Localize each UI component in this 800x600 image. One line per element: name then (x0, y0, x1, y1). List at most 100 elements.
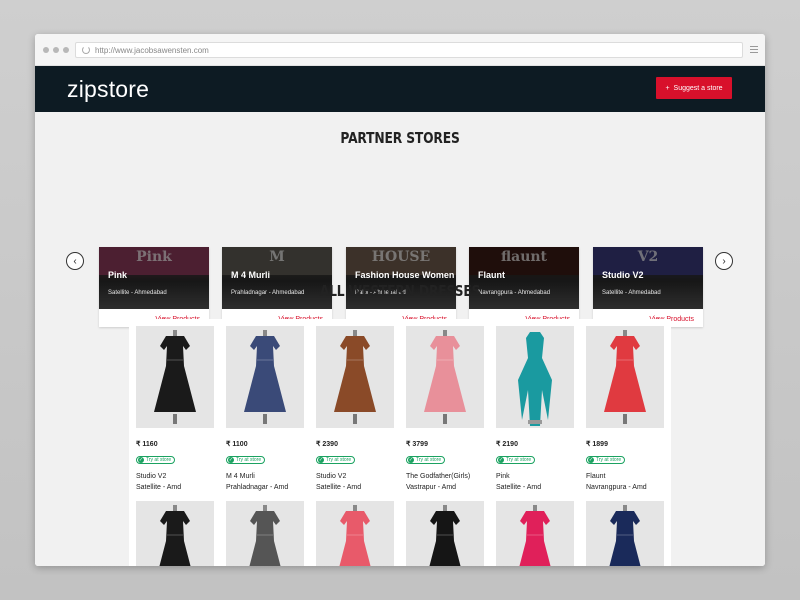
product-location: Satellite - Amd (316, 484, 362, 491)
chevron-right-icon: › (722, 255, 726, 267)
product-image[interactable] (406, 326, 484, 428)
product-card[interactable]: ₹ 2390 ✓ Try at store Studio V2 Satellit… (316, 326, 394, 491)
product-price: ₹ 2190 (496, 441, 518, 448)
try-at-store-badge: ✓ Try at store (586, 456, 626, 464)
product-card[interactable]: ₹ 1899 ✓ Try at store Flaunt Navrangpura… (586, 326, 664, 491)
check-icon: ✓ (138, 457, 144, 463)
product-image[interactable] (136, 326, 214, 428)
site-header: zipstore + Suggest a store (35, 66, 765, 112)
product-image[interactable] (586, 501, 664, 566)
check-icon: ✓ (588, 457, 594, 463)
dress-image (609, 505, 641, 566)
product-price: ₹ 1100 (226, 441, 248, 448)
suggest-store-label: Suggest a store (673, 84, 723, 92)
try-at-store-label: Try at store (596, 457, 622, 463)
product-card[interactable] (406, 501, 484, 566)
product-image[interactable] (496, 501, 574, 566)
product-store: Pink (496, 473, 510, 480)
product-grid: ₹ 1160 ✓ Try at store Studio V2 Satellit… (129, 319, 671, 566)
browser-menu-icon[interactable] (750, 46, 758, 55)
browser-window: http://www.jacobsawensten.com zipstore +… (35, 34, 765, 566)
window-dot-icon[interactable] (43, 46, 49, 53)
carousel-prev-button[interactable]: ‹ (66, 252, 84, 270)
url-text: http://www.jacobsawensten.com (95, 45, 209, 55)
dress-image (154, 330, 196, 424)
product-price: ₹ 3799 (406, 441, 428, 448)
dress-image (334, 330, 376, 424)
try-at-store-badge: ✓ Try at store (226, 456, 266, 464)
dress-image (519, 505, 551, 566)
page-content: PARTNER STORES ‹ › Pink Pink Satellite -… (35, 112, 765, 566)
try-at-store-label: Try at store (416, 457, 442, 463)
store-name: M 4 Murli (231, 270, 271, 280)
check-icon: ✓ (408, 457, 414, 463)
product-price: ₹ 2390 (316, 441, 338, 448)
product-location: Prahladnagar - Amd (226, 484, 289, 491)
window-dot-icon[interactable] (63, 46, 69, 53)
suggest-store-button[interactable]: + Suggest a store (656, 77, 732, 99)
dress-image (429, 505, 461, 566)
product-store: Studio V2 (316, 473, 347, 480)
product-card[interactable] (496, 501, 574, 566)
product-location: Vastrapur - Amd (406, 484, 457, 491)
product-location: Satellite - Amd (496, 484, 542, 491)
window-dot-icon[interactable] (53, 46, 59, 53)
store-name: Flaunt (478, 270, 505, 280)
try-at-store-label: Try at store (326, 457, 352, 463)
zipstore-logo[interactable]: zipstore (67, 76, 149, 103)
chevron-left-icon: ‹ (73, 255, 77, 267)
store-name: Studio V2 (602, 270, 644, 280)
product-image[interactable] (316, 326, 394, 428)
try-at-store-badge: ✓ Try at store (496, 456, 536, 464)
product-image[interactable] (136, 501, 214, 566)
product-store: The Godfather(Girls) (406, 473, 471, 480)
dress-image (518, 332, 552, 426)
try-at-store-label: Try at store (146, 457, 172, 463)
product-location: Navrangpura - Amd (586, 484, 647, 491)
store-name: Pink (108, 270, 128, 280)
product-card[interactable]: ₹ 1100 ✓ Try at store M 4 Murli Prahladn… (226, 326, 304, 491)
check-icon: ✓ (318, 457, 324, 463)
try-at-store-badge: ✓ Try at store (406, 456, 446, 464)
product-card[interactable]: ₹ 3799 ✓ Try at store The Godfather(Girl… (406, 326, 484, 491)
try-at-store-label: Try at store (236, 457, 262, 463)
dress-image (604, 330, 646, 424)
dress-image (424, 330, 466, 424)
browser-toolbar: http://www.jacobsawensten.com (35, 34, 765, 66)
product-price: ₹ 1160 (136, 441, 158, 448)
product-location: Satellite - Amd (136, 484, 182, 491)
product-image[interactable] (226, 501, 304, 566)
product-store: Flaunt (586, 473, 606, 480)
carousel-next-button[interactable]: › (715, 252, 733, 270)
product-card[interactable]: ₹ 2190 ✓ Try at store Pink Satellite - A… (496, 326, 574, 491)
product-card[interactable]: ₹ 1160 ✓ Try at store Studio V2 Satellit… (136, 326, 214, 491)
product-card[interactable] (136, 501, 214, 566)
try-at-store-label: Try at store (506, 457, 532, 463)
dress-image (249, 505, 281, 566)
product-card[interactable] (316, 501, 394, 566)
window-controls (43, 46, 69, 53)
product-image[interactable] (586, 326, 664, 428)
product-image[interactable] (496, 326, 574, 428)
dress-image (339, 505, 371, 566)
check-icon: ✓ (498, 457, 504, 463)
product-image[interactable] (406, 501, 484, 566)
try-at-store-badge: ✓ Try at store (316, 456, 356, 464)
product-store: M 4 Murli (226, 473, 255, 480)
dress-image (244, 330, 286, 424)
check-icon: ✓ (228, 457, 234, 463)
try-at-store-badge: ✓ Try at store (136, 456, 176, 464)
product-card[interactable] (226, 501, 304, 566)
address-bar[interactable]: http://www.jacobsawensten.com (75, 42, 743, 58)
partner-stores-title: PARTNER STORES (340, 129, 460, 147)
product-card[interactable] (586, 501, 664, 566)
dress-image (159, 505, 191, 566)
product-image[interactable] (226, 326, 304, 428)
product-store: Studio V2 (136, 473, 167, 480)
product-price: ₹ 1899 (586, 441, 608, 448)
all-western-dresses-title: ALL WESTERN DRESSES (319, 282, 481, 300)
plus-icon: + (665, 84, 670, 92)
store-name: Fashion House Women (355, 270, 455, 280)
product-image[interactable] (316, 501, 394, 566)
reload-icon[interactable] (82, 46, 90, 54)
